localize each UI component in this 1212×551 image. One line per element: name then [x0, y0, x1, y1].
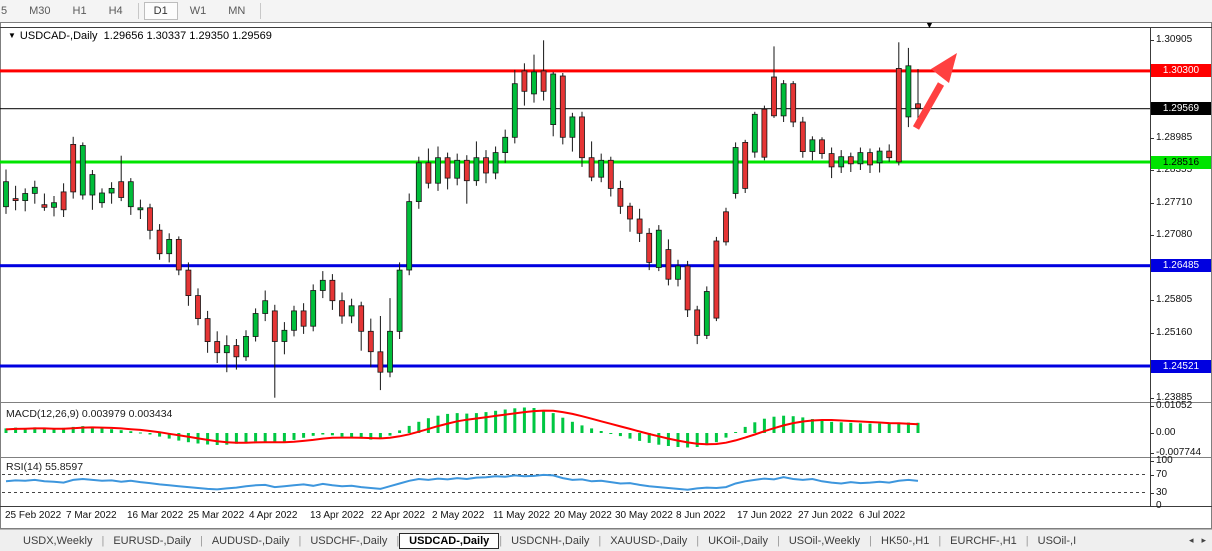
- tab-eurchf-h1[interactable]: EURCHF-,H1: [941, 533, 1026, 549]
- timeframe-button-5[interactable]: 5: [0, 2, 17, 20]
- macd-axis-label: 0.01052: [1156, 400, 1192, 412]
- rsi-value: 55.8597: [45, 461, 83, 473]
- price-axis-label: 1.27080: [1156, 229, 1192, 241]
- series-end-marker-icon: ▼: [925, 20, 934, 30]
- timeframe-toolbar: 5M30H1H4 D1W1MN: [0, 0, 1212, 23]
- rsi-name: RSI(14): [6, 461, 42, 473]
- tab-audusd-daily[interactable]: AUDUSD-,Daily: [203, 533, 299, 549]
- macd-signal-value: 0.003434: [129, 408, 173, 420]
- macd-axis-tick: [1150, 406, 1154, 407]
- date-axis-label: 6 Jul 2022: [859, 510, 905, 521]
- date-axis-label: 30 May 2022: [615, 510, 673, 521]
- date-axis-label: 25 Feb 2022: [5, 510, 61, 521]
- price-axis-tick: [1150, 235, 1154, 236]
- price-axis-tick: [1150, 300, 1154, 301]
- price-axis-tick: [1150, 398, 1154, 399]
- tab-eurusd-daily[interactable]: EURUSD-,Daily: [104, 533, 200, 549]
- price-axis-label: 1.30905: [1156, 34, 1192, 46]
- timeframe-button-mn[interactable]: MN: [218, 2, 255, 20]
- tab-usdcad-daily[interactable]: USDCAD-,Daily: [399, 533, 499, 549]
- rsi-axis-label: 70: [1156, 469, 1167, 481]
- tab-usdx-weekly[interactable]: USDX,Weekly: [14, 533, 101, 549]
- timeframe-button-w1[interactable]: W1: [180, 2, 217, 20]
- date-axis-label: 7 Mar 2022: [66, 510, 117, 521]
- chart-window: [0, 22, 1212, 529]
- macd-axis-tick: [1150, 453, 1154, 454]
- timeframe-button-m30[interactable]: M30: [19, 2, 60, 20]
- tabs-scroll-right-icon[interactable]: ▸: [1197, 535, 1210, 546]
- macd-label: MACD(12,26,9) 0.003979 0.003434: [6, 408, 172, 420]
- toolbar-separator: [138, 3, 139, 19]
- date-axis-label: 20 May 2022: [554, 510, 612, 521]
- chart-symbol-label: USDCAD-,Daily: [20, 30, 98, 42]
- macd-panel-separator[interactable]: [0, 402, 1212, 403]
- rsi-axis-label: 0: [1156, 500, 1162, 512]
- date-axis-label: 13 Apr 2022: [310, 510, 364, 521]
- date-axis-label: 17 Jun 2022: [737, 510, 792, 521]
- tabs-scroll-left-icon[interactable]: ◂: [1185, 535, 1198, 546]
- price-axis-tick: [1150, 138, 1154, 139]
- date-axis-label: 22 Apr 2022: [371, 510, 425, 521]
- chart-title: ▼ USDCAD-,Daily 1.29656 1.30337 1.29350 1…: [8, 30, 272, 42]
- tab-usoil-i[interactable]: USOil-,I: [1029, 533, 1086, 549]
- chart-top-border: [0, 27, 1212, 28]
- tab-usdchf-daily[interactable]: USDCHF-,Daily: [301, 533, 396, 549]
- price-axis-tick: [1150, 203, 1154, 204]
- price-axis-label: 1.25160: [1156, 327, 1192, 339]
- price-axis-label: 1.28985: [1156, 132, 1192, 144]
- mt4-trading-screen: 5M30H1H4 D1W1MN ▼ USDCAD-,Daily 1.29656 1.…: [0, 0, 1212, 551]
- rsi-axis-label: 30: [1156, 487, 1167, 499]
- chart-ohlc-values: 1.29656 1.30337 1.29350 1.29569: [104, 30, 272, 42]
- tab-xauusd-daily[interactable]: XAUUSD-,Daily: [601, 533, 696, 549]
- tab-usdcnh-daily[interactable]: USDCNH-,Daily: [502, 533, 598, 549]
- price-badge: 1.28516: [1151, 156, 1211, 169]
- macd-main-value: 0.003979: [82, 408, 126, 420]
- rsi-axis-label: 100: [1156, 455, 1173, 467]
- timeframe-button-h4[interactable]: H4: [99, 2, 133, 20]
- tab-ukoil-daily[interactable]: UKOil-,Daily: [699, 533, 777, 549]
- collapse-indicator-icon[interactable]: ▼: [8, 31, 16, 40]
- price-axis-tick: [1150, 40, 1154, 41]
- timeframe-button-h1[interactable]: H1: [63, 2, 97, 20]
- chart-tabs-bar: USDX,Weekly|EURUSD-,Daily|AUDUSD-,Daily|…: [0, 529, 1212, 551]
- date-axis-label: 16 Mar 2022: [127, 510, 183, 521]
- rsi-axis-tick: [1150, 475, 1154, 476]
- rsi-axis-tick: [1150, 506, 1154, 507]
- tab-usoil-weekly[interactable]: USOil-,Weekly: [780, 533, 869, 549]
- rsi-label: RSI(14) 55.8597: [6, 461, 83, 473]
- rsi-axis-tick: [1150, 461, 1154, 462]
- price-badge: 1.26485: [1151, 259, 1211, 272]
- date-axis-label: 2 May 2022: [432, 510, 484, 521]
- tab-hk50-h1[interactable]: HK50-,H1: [872, 533, 938, 549]
- price-axis-label: 1.27710: [1156, 197, 1192, 209]
- price-axis-label: 1.25805: [1156, 294, 1192, 306]
- bid-price-badge: 1.29569: [1151, 102, 1211, 115]
- price-axis-tick: [1150, 170, 1154, 171]
- date-axis-label: 25 Mar 2022: [188, 510, 244, 521]
- price-badge: 1.30300: [1151, 64, 1211, 77]
- macd-axis-label: 0.00: [1156, 427, 1175, 439]
- date-axis-label: 4 Apr 2022: [249, 510, 297, 521]
- date-axis-label: 27 Jun 2022: [798, 510, 853, 521]
- date-axis-separator: [0, 506, 1212, 507]
- macd-name: MACD(12,26,9): [6, 408, 79, 420]
- macd-axis-tick: [1150, 433, 1154, 434]
- price-axis-tick: [1150, 333, 1154, 334]
- date-axis-label: 8 Jun 2022: [676, 510, 726, 521]
- price-badge: 1.24521: [1151, 360, 1211, 373]
- date-axis-label: 11 May 2022: [493, 510, 550, 521]
- rsi-axis-tick: [1150, 493, 1154, 494]
- timeframe-button-d1[interactable]: D1: [144, 2, 178, 20]
- rsi-panel-separator[interactable]: [0, 457, 1212, 458]
- toolbar-separator: [260, 3, 261, 19]
